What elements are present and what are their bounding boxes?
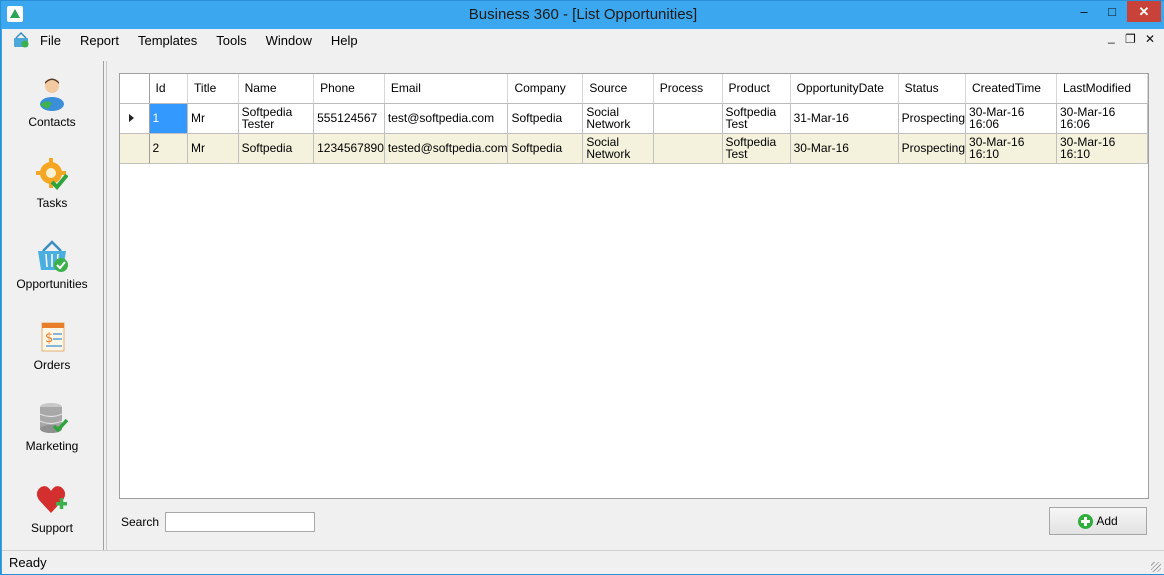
cell-id[interactable]: 2 xyxy=(149,133,189,164)
column-header-process[interactable]: Process xyxy=(653,74,723,104)
cell-opportunity-date[interactable]: 31-Mar-16 xyxy=(790,103,899,134)
table-row[interactable]: 2 Mr Softpedia 1234567890 tested@softped… xyxy=(120,133,1148,164)
add-plus-icon xyxy=(1078,513,1094,529)
basket-menu-icon[interactable] xyxy=(12,32,30,48)
search-input[interactable] xyxy=(165,512,315,532)
orders-icon: $ xyxy=(41,322,65,352)
menu-report[interactable]: Report xyxy=(80,33,119,48)
nav-label: Marketing xyxy=(25,439,79,453)
cell-opportunity-date[interactable]: 30-Mar-16 xyxy=(790,133,899,164)
menu-file[interactable]: File xyxy=(40,33,61,48)
row-selector[interactable] xyxy=(120,103,150,134)
left-nav: Contacts Tasks Opportunities $ Orders Ma… xyxy=(2,61,104,550)
add-button-label: Add xyxy=(1096,514,1118,528)
column-header-source[interactable]: Source xyxy=(582,74,654,104)
app-window: Business 360 - [List Opportunities] – □ … xyxy=(0,0,1164,575)
nav-label: Contacts xyxy=(28,115,76,129)
mdi-close-button[interactable]: ✕ xyxy=(1145,32,1155,46)
current-row-arrow-icon xyxy=(129,114,134,122)
column-header-opportunity-date[interactable]: OpportunityDate xyxy=(790,74,899,104)
search-label: Search xyxy=(121,515,160,529)
cell-source[interactable]: Social Network xyxy=(582,133,654,164)
nav-item-contacts[interactable]: Contacts xyxy=(2,77,102,149)
title-bar[interactable]: Business 360 - [List Opportunities] – □ … xyxy=(1,1,1164,29)
cell-product[interactable]: Softpedia Test xyxy=(722,103,791,134)
nav-item-tasks[interactable]: Tasks xyxy=(2,158,102,230)
header-row: Id Title Name Phone Email Company Source… xyxy=(120,74,1148,104)
mdi-restore-button[interactable]: ❐ xyxy=(1125,32,1136,46)
column-header-name[interactable]: Name xyxy=(238,74,315,104)
corner-cell[interactable] xyxy=(120,74,150,104)
cell-name[interactable]: Softpedia Tester xyxy=(238,103,315,134)
minimize-button[interactable]: – xyxy=(1071,1,1097,22)
column-header-product[interactable]: Product xyxy=(722,74,791,104)
column-header-title[interactable]: Title xyxy=(187,74,239,104)
contacts-icon xyxy=(40,78,64,111)
column-header-last-modified[interactable]: LastModified xyxy=(1056,74,1148,104)
cell-process[interactable] xyxy=(653,133,723,164)
cell-product[interactable]: Softpedia Test xyxy=(722,133,791,164)
nav-item-support[interactable]: Support xyxy=(2,483,102,555)
close-button[interactable]: ✕ xyxy=(1127,1,1161,22)
cell-title[interactable]: Mr xyxy=(187,133,239,164)
opportunities-table: Id Title Name Phone Email Company Source… xyxy=(120,74,1148,164)
cell-status[interactable]: Prospecting xyxy=(898,103,967,134)
cell-process[interactable] xyxy=(653,103,723,134)
client-area: Contacts Tasks Opportunities $ Orders Ma… xyxy=(2,53,1164,550)
table-row[interactable]: 1 Mr Softpedia Tester 555124567 test@sof… xyxy=(120,103,1148,134)
menu-window[interactable]: Window xyxy=(266,33,312,48)
add-button[interactable]: Add xyxy=(1049,507,1147,535)
maximize-button[interactable]: □ xyxy=(1097,1,1127,22)
cell-email[interactable]: test@softpedia.com xyxy=(384,103,509,134)
nav-item-opportunities[interactable]: Opportunities xyxy=(2,239,102,311)
basket-icon xyxy=(38,240,68,272)
column-header-email[interactable]: Email xyxy=(384,74,509,104)
cell-email[interactable]: tested@softpedia.com xyxy=(384,133,509,164)
nav-label: Orders xyxy=(33,358,71,372)
menu-templates[interactable]: Templates xyxy=(138,33,197,48)
cell-created-time[interactable]: 30-Mar-16 16:10 xyxy=(965,133,1057,164)
cell-phone[interactable]: 1234567890 xyxy=(313,133,385,164)
cell-last-modified[interactable]: 30-Mar-16 16:10 xyxy=(1056,133,1148,164)
nav-label: Support xyxy=(30,521,74,535)
column-header-created-time[interactable]: CreatedTime xyxy=(965,74,1057,104)
nav-item-marketing[interactable]: Marketing xyxy=(2,401,102,473)
status-text: Ready xyxy=(9,555,47,570)
column-header-phone[interactable]: Phone xyxy=(313,74,385,104)
status-bar: Ready xyxy=(2,550,1164,574)
opportunities-grid[interactable]: Id Title Name Phone Email Company Source… xyxy=(119,73,1149,499)
menu-items: File Report Templates Tools Window Help xyxy=(40,33,377,48)
opportunities-panel: Id Title Name Phone Email Company Source… xyxy=(106,61,1164,550)
cell-last-modified[interactable]: 30-Mar-16 16:06 xyxy=(1056,103,1148,134)
cell-source[interactable]: Social Network xyxy=(582,103,654,134)
cell-id[interactable]: 1 xyxy=(149,103,189,134)
database-icon xyxy=(39,403,68,433)
mdi-minimize-button[interactable]: _ xyxy=(1108,30,1115,44)
cell-status[interactable]: Prospecting xyxy=(898,133,967,164)
cell-name[interactable]: Softpedia xyxy=(238,133,315,164)
menu-bar: File Report Templates Tools Window Help … xyxy=(2,29,1164,53)
svg-text:$: $ xyxy=(45,331,53,346)
heart-plus-icon xyxy=(36,486,67,513)
window-title: Business 360 - [List Opportunities] xyxy=(468,6,698,23)
column-header-id[interactable]: Id xyxy=(149,74,189,104)
column-header-company[interactable]: Company xyxy=(507,74,584,104)
menu-help[interactable]: Help xyxy=(331,33,358,48)
nav-label: Tasks xyxy=(36,196,68,210)
row-selector[interactable] xyxy=(120,133,150,164)
cell-created-time[interactable]: 30-Mar-16 16:06 xyxy=(965,103,1057,134)
cell-phone[interactable]: 555124567 xyxy=(313,103,385,134)
column-header-status[interactable]: Status xyxy=(898,74,967,104)
cell-title[interactable]: Mr xyxy=(187,103,239,134)
nav-label: Opportunities xyxy=(16,277,88,291)
menu-tools[interactable]: Tools xyxy=(216,33,246,48)
nav-item-orders[interactable]: $ Orders xyxy=(2,320,102,392)
tasks-icon xyxy=(36,158,68,190)
cell-company[interactable]: Softpedia xyxy=(507,103,584,134)
resize-grip-icon[interactable] xyxy=(1151,562,1161,572)
cell-company[interactable]: Softpedia xyxy=(507,133,584,164)
